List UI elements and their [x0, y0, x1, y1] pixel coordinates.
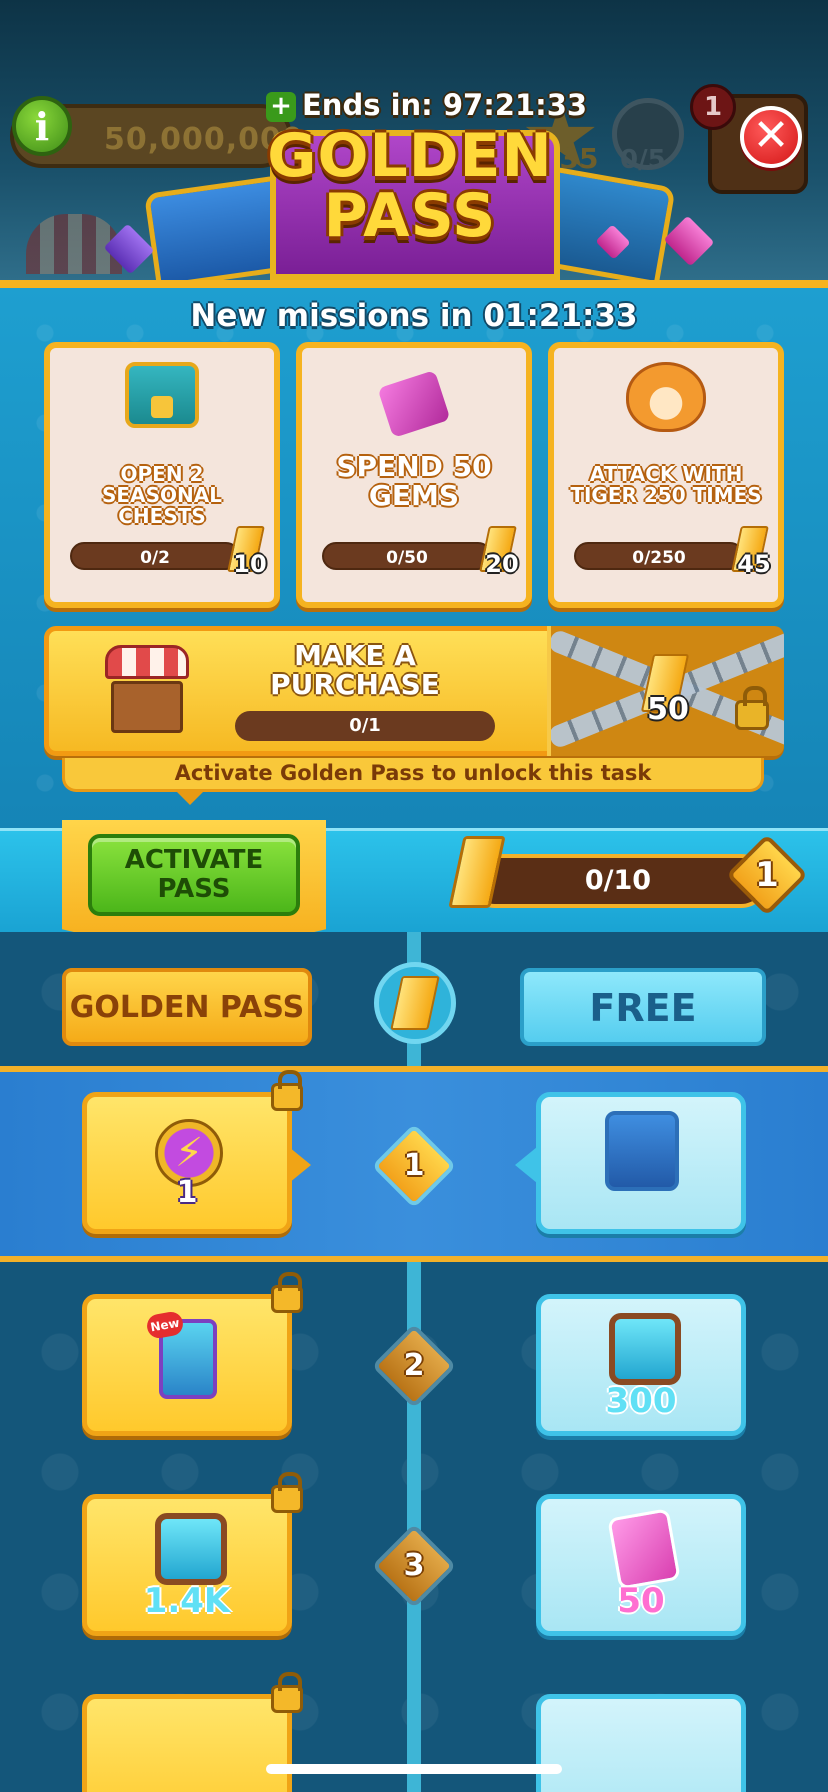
reward-amount: 300 — [605, 1381, 677, 1421]
activate-label-line-1: ACTIVATE — [124, 845, 264, 876]
tier-number: 1 — [403, 1148, 425, 1183]
golden-pass-column-header: GOLDEN PASS — [62, 968, 312, 1046]
pointer-arrow — [289, 1147, 311, 1183]
mission-label: ATTACK WITH TIGER 250 TIMES — [570, 462, 762, 507]
page-title: GOLDEN PASS — [240, 126, 580, 246]
mission-progress: 0/1 — [235, 711, 495, 741]
tier-number: 2 — [403, 1348, 425, 1383]
purchase-mission-card[interactable]: MAKE A PURCHASE 0/1 50 — [44, 626, 784, 756]
mission-progress: 0/50 — [322, 542, 492, 570]
missions-panel: New missions in 01:21:33 OPEN 2 SEASONAL… — [0, 280, 828, 835]
pass-end-timer: Ends in: 97:21:33 — [302, 88, 588, 122]
mission-card[interactable]: ATTACK WITH TIGER 250 TIMES 0/250 45 — [548, 342, 784, 608]
new-missions-timer: New missions in 01:21:33 — [190, 298, 638, 334]
title-line-2: PASS — [323, 181, 497, 251]
reward-amount: 20 — [485, 550, 519, 578]
lock-icon — [271, 1272, 303, 1313]
info-icon[interactable]: i — [12, 96, 72, 156]
tier-number: 3 — [403, 1548, 425, 1583]
lock-icon — [735, 686, 769, 730]
golden-pass-screen: 50,000,000 i ★ 335 0/5 1 + Ends in: 97:2… — [0, 0, 828, 1792]
mission-card[interactable]: SPEND 50 GEMS 0/50 20 — [296, 342, 532, 608]
close-button[interactable]: ✕ — [740, 106, 802, 168]
chest-icon — [605, 1111, 679, 1191]
golden-reward-tile[interactable] — [82, 1672, 303, 1792]
activate-label-line-2: PASS — [157, 874, 231, 904]
lock-icon — [271, 1472, 303, 1513]
pointer-arrow — [515, 1147, 537, 1183]
seasonal-chest-icon — [125, 362, 199, 428]
gold-bar-reward: 20 — [479, 526, 519, 582]
reward-amount: 45 — [737, 550, 771, 578]
activate-pass-button[interactable]: ACTIVATE PASS — [88, 834, 300, 916]
mission-label: MAKE A PURCHASE — [270, 639, 440, 702]
reward-amount: 1 — [176, 1175, 198, 1210]
gem-icon — [607, 1508, 681, 1590]
lock-icon — [271, 1672, 303, 1713]
golden-reward-tile[interactable]: New — [82, 1272, 303, 1436]
gems-icon — [377, 370, 451, 438]
level-progress-bar: 0/10 — [468, 854, 768, 908]
reward-amount: 10 — [233, 550, 267, 578]
gold-bar-reward: 10 — [227, 526, 267, 582]
mission-progress: 0/250 — [574, 542, 744, 570]
lock-icon — [271, 1070, 303, 1111]
free-reward-tile[interactable]: 300 — [536, 1294, 746, 1436]
mission-label: SPEND 50 GEMS — [336, 450, 492, 513]
home-indicator[interactable] — [266, 1764, 562, 1774]
shield-count: 0/5 — [620, 145, 666, 175]
spins-icon — [155, 1513, 227, 1585]
free-reward-tile[interactable] — [536, 1694, 746, 1792]
reward-amount: 50 — [647, 692, 689, 727]
mission-progress: 0/2 — [70, 542, 240, 570]
reward-amount: 1.4K — [143, 1581, 231, 1621]
shop-stall-icon — [105, 645, 189, 737]
locked-reward: 50 — [547, 626, 784, 756]
mission-label: OPEN 2 SEASONAL CHESTS — [102, 462, 222, 528]
gold-bar-reward: 45 — [731, 526, 771, 582]
unlock-task-note: Activate Golden Pass to unlock this task — [62, 758, 764, 792]
tiger-icon — [626, 362, 706, 432]
current-level: 1 — [755, 855, 779, 895]
free-reward-tile[interactable] — [515, 1092, 746, 1234]
plus-icon: + — [266, 92, 296, 122]
golden-reward-tile[interactable]: ⚡ 1 — [82, 1070, 311, 1234]
golden-reward-tile[interactable]: 1.4K — [82, 1472, 303, 1636]
title-line-1: GOLDEN — [267, 121, 553, 191]
mission-card[interactable]: OPEN 2 SEASONAL CHESTS 0/2 10 — [44, 342, 280, 608]
free-reward-tile[interactable]: 50 — [536, 1494, 746, 1636]
reward-amount: 50 — [617, 1581, 665, 1621]
free-column-header: FREE — [520, 968, 766, 1046]
notification-badge: 1 — [690, 84, 736, 130]
pointer-arrow — [176, 791, 204, 805]
spins-icon — [609, 1313, 681, 1385]
